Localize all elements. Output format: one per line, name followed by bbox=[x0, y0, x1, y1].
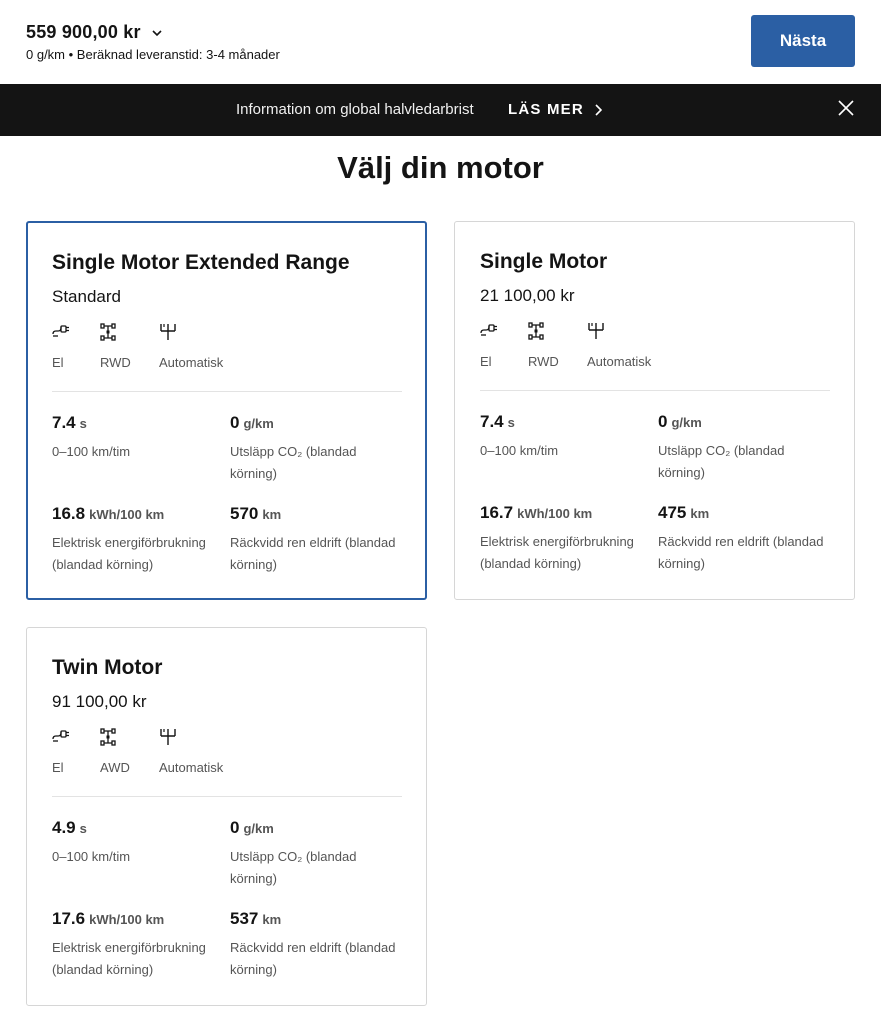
spec-label: Elektrisk energiförbrukning (blandad kör… bbox=[52, 535, 206, 572]
spec-unit: km bbox=[262, 507, 282, 522]
spec-unit: s bbox=[79, 416, 87, 431]
motor-price: 21 100,00 kr bbox=[480, 286, 575, 305]
spec-value: 16.7 bbox=[480, 503, 514, 522]
feature-label: AWD bbox=[100, 760, 130, 775]
spec-item: 7.4 s 0–100 km/tim bbox=[480, 412, 650, 462]
electric-plug-icon bbox=[480, 322, 498, 338]
spec-item: 0 g/km Utsläpp CO₂ (blandad körning) bbox=[230, 818, 400, 890]
spec-unit: kWh/100 km bbox=[517, 506, 593, 521]
gearbox-icon bbox=[159, 323, 177, 341]
spec-label: Utsläpp CO₂ (blandad körning) bbox=[230, 444, 357, 481]
motor-price: 91 100,00 kr bbox=[52, 692, 147, 711]
price-summary-toggle[interactable]: 559 900,00 kr bbox=[26, 22, 163, 43]
spec-unit: g/km bbox=[243, 821, 274, 836]
feature-label: El bbox=[52, 760, 64, 775]
info-banner: Information om global halvledarbrist LÄS… bbox=[0, 84, 881, 136]
feature-label: El bbox=[52, 355, 64, 370]
divider bbox=[52, 391, 402, 392]
gearbox-icon bbox=[159, 728, 177, 746]
electric-plug-icon bbox=[52, 323, 70, 339]
feature-label: RWD bbox=[100, 355, 131, 370]
divider bbox=[480, 390, 830, 391]
next-button[interactable]: Nästa bbox=[751, 15, 855, 67]
spec-item: 475 km Räckvidd ren eldrift (blandad körni… bbox=[658, 503, 828, 575]
spec-value: 7.4 bbox=[480, 412, 504, 431]
spec-value: 475 bbox=[658, 503, 687, 522]
spec-item: 17.6 kWh/100 km Elektrisk energiförbruknin… bbox=[52, 909, 222, 981]
spec-unit: km bbox=[690, 506, 710, 521]
close-icon[interactable] bbox=[837, 99, 855, 117]
spec-label: Utsläpp CO₂ (blandad körning) bbox=[230, 849, 357, 886]
feature-label: El bbox=[480, 354, 492, 369]
feature-label: Automatisk bbox=[587, 354, 652, 369]
spec-label: Räckvidd ren eldrift (blandad körning) bbox=[230, 940, 396, 977]
motor-price: Standard bbox=[52, 287, 121, 306]
spec-value: 17.6 bbox=[52, 909, 86, 928]
spec-unit: s bbox=[507, 415, 515, 430]
read-more-link[interactable]: LÄS MER bbox=[508, 101, 602, 118]
spec-label: Elektrisk energiförbrukning (blandad kör… bbox=[52, 940, 206, 977]
motor-card[interactable]: Single Motor Extended Range Standard El RWD… bbox=[26, 221, 427, 600]
drivetrain-icon bbox=[100, 728, 116, 746]
spec-value: 4.9 bbox=[52, 818, 76, 837]
spec-value: 0 bbox=[230, 413, 240, 432]
spec-item: 16.8 kWh/100 km Elektrisk energiförbruknin… bbox=[52, 504, 222, 576]
motor-card[interactable]: Twin Motor 91 100,00 kr El AWD Automatisk 4.9… bbox=[26, 627, 427, 1006]
motor-card-content: Single Motor 21 100,00 kr El RWD Automatisk 7… bbox=[480, 222, 830, 599]
spec-unit: kWh/100 km bbox=[89, 912, 165, 927]
motor-card-content: Twin Motor 91 100,00 kr El AWD Automatisk 4.9… bbox=[52, 628, 402, 1005]
chevron-down-icon bbox=[152, 29, 162, 36]
motor-title: Single Motor bbox=[480, 250, 608, 273]
spec-label: Elektrisk energiförbrukning (blandad kör… bbox=[480, 534, 634, 571]
divider bbox=[52, 796, 402, 797]
gearbox-icon bbox=[587, 322, 605, 340]
spec-item: 4.9 s 0–100 km/tim bbox=[52, 818, 222, 868]
chevron-right-icon bbox=[595, 103, 602, 116]
page-title: Välj din motor bbox=[337, 150, 544, 185]
spec-unit: km bbox=[262, 912, 282, 927]
spec-value: 570 bbox=[230, 504, 259, 523]
spec-label: Räckvidd ren eldrift (blandad körning) bbox=[658, 534, 824, 571]
electric-plug-icon bbox=[52, 728, 70, 744]
spec-value: 537 bbox=[230, 909, 259, 928]
motor-title: Twin Motor bbox=[52, 656, 163, 679]
spec-label: Utsläpp CO₂ (blandad körning) bbox=[658, 443, 785, 480]
feature-label: Automatisk bbox=[159, 760, 224, 775]
spec-unit: g/km bbox=[243, 416, 274, 431]
summary-bar: 559 900,00 kr 0 g/km • Beräknad leverans… bbox=[0, 0, 881, 84]
feature-label: RWD bbox=[528, 354, 559, 369]
drivetrain-icon bbox=[100, 323, 116, 341]
spec-unit: kWh/100 km bbox=[89, 507, 165, 522]
spec-item: 537 km Räckvidd ren eldrift (blandad körni… bbox=[230, 909, 400, 981]
spec-item: 570 km Räckvidd ren eldrift (blandad körni… bbox=[230, 504, 400, 576]
spec-label: 0–100 km/tim bbox=[52, 444, 131, 459]
read-more-label: LÄS MER bbox=[508, 101, 584, 118]
spec-value: 16.8 bbox=[52, 504, 86, 523]
spec-unit: s bbox=[79, 821, 87, 836]
spec-value: 0 bbox=[658, 412, 668, 431]
spec-value: 0 bbox=[230, 818, 240, 837]
drivetrain-icon bbox=[528, 322, 544, 340]
banner-text: Information om global halvledarbrist bbox=[236, 101, 474, 118]
spec-item: 7.4 s 0–100 km/tim bbox=[52, 413, 222, 463]
spec-label: Räckvidd ren eldrift (blandad körning) bbox=[230, 535, 396, 572]
spec-item: 16.7 kWh/100 km Elektrisk energiförbruknin… bbox=[480, 503, 650, 575]
motor-title: Single Motor Extended Range bbox=[52, 251, 350, 274]
spec-unit: g/km bbox=[671, 415, 702, 430]
motor-card[interactable]: Single Motor 21 100,00 kr El RWD Automatisk 7… bbox=[454, 221, 855, 600]
delivery-info: 0 g/km • Beräknad leveranstid: 3-4 månad… bbox=[26, 47, 280, 62]
spec-item: 0 g/km Utsläpp CO₂ (blandad körning) bbox=[230, 413, 400, 485]
spec-item: 0 g/km Utsläpp CO₂ (blandad körning) bbox=[658, 412, 828, 484]
spec-value: 7.4 bbox=[52, 413, 76, 432]
motor-card-content: Single Motor Extended Range Standard El RWD… bbox=[52, 223, 402, 598]
feature-label: Automatisk bbox=[159, 355, 224, 370]
spec-label: 0–100 km/tim bbox=[52, 849, 131, 864]
spec-label: 0–100 km/tim bbox=[480, 443, 559, 458]
total-price: 559 900,00 kr bbox=[26, 22, 141, 42]
